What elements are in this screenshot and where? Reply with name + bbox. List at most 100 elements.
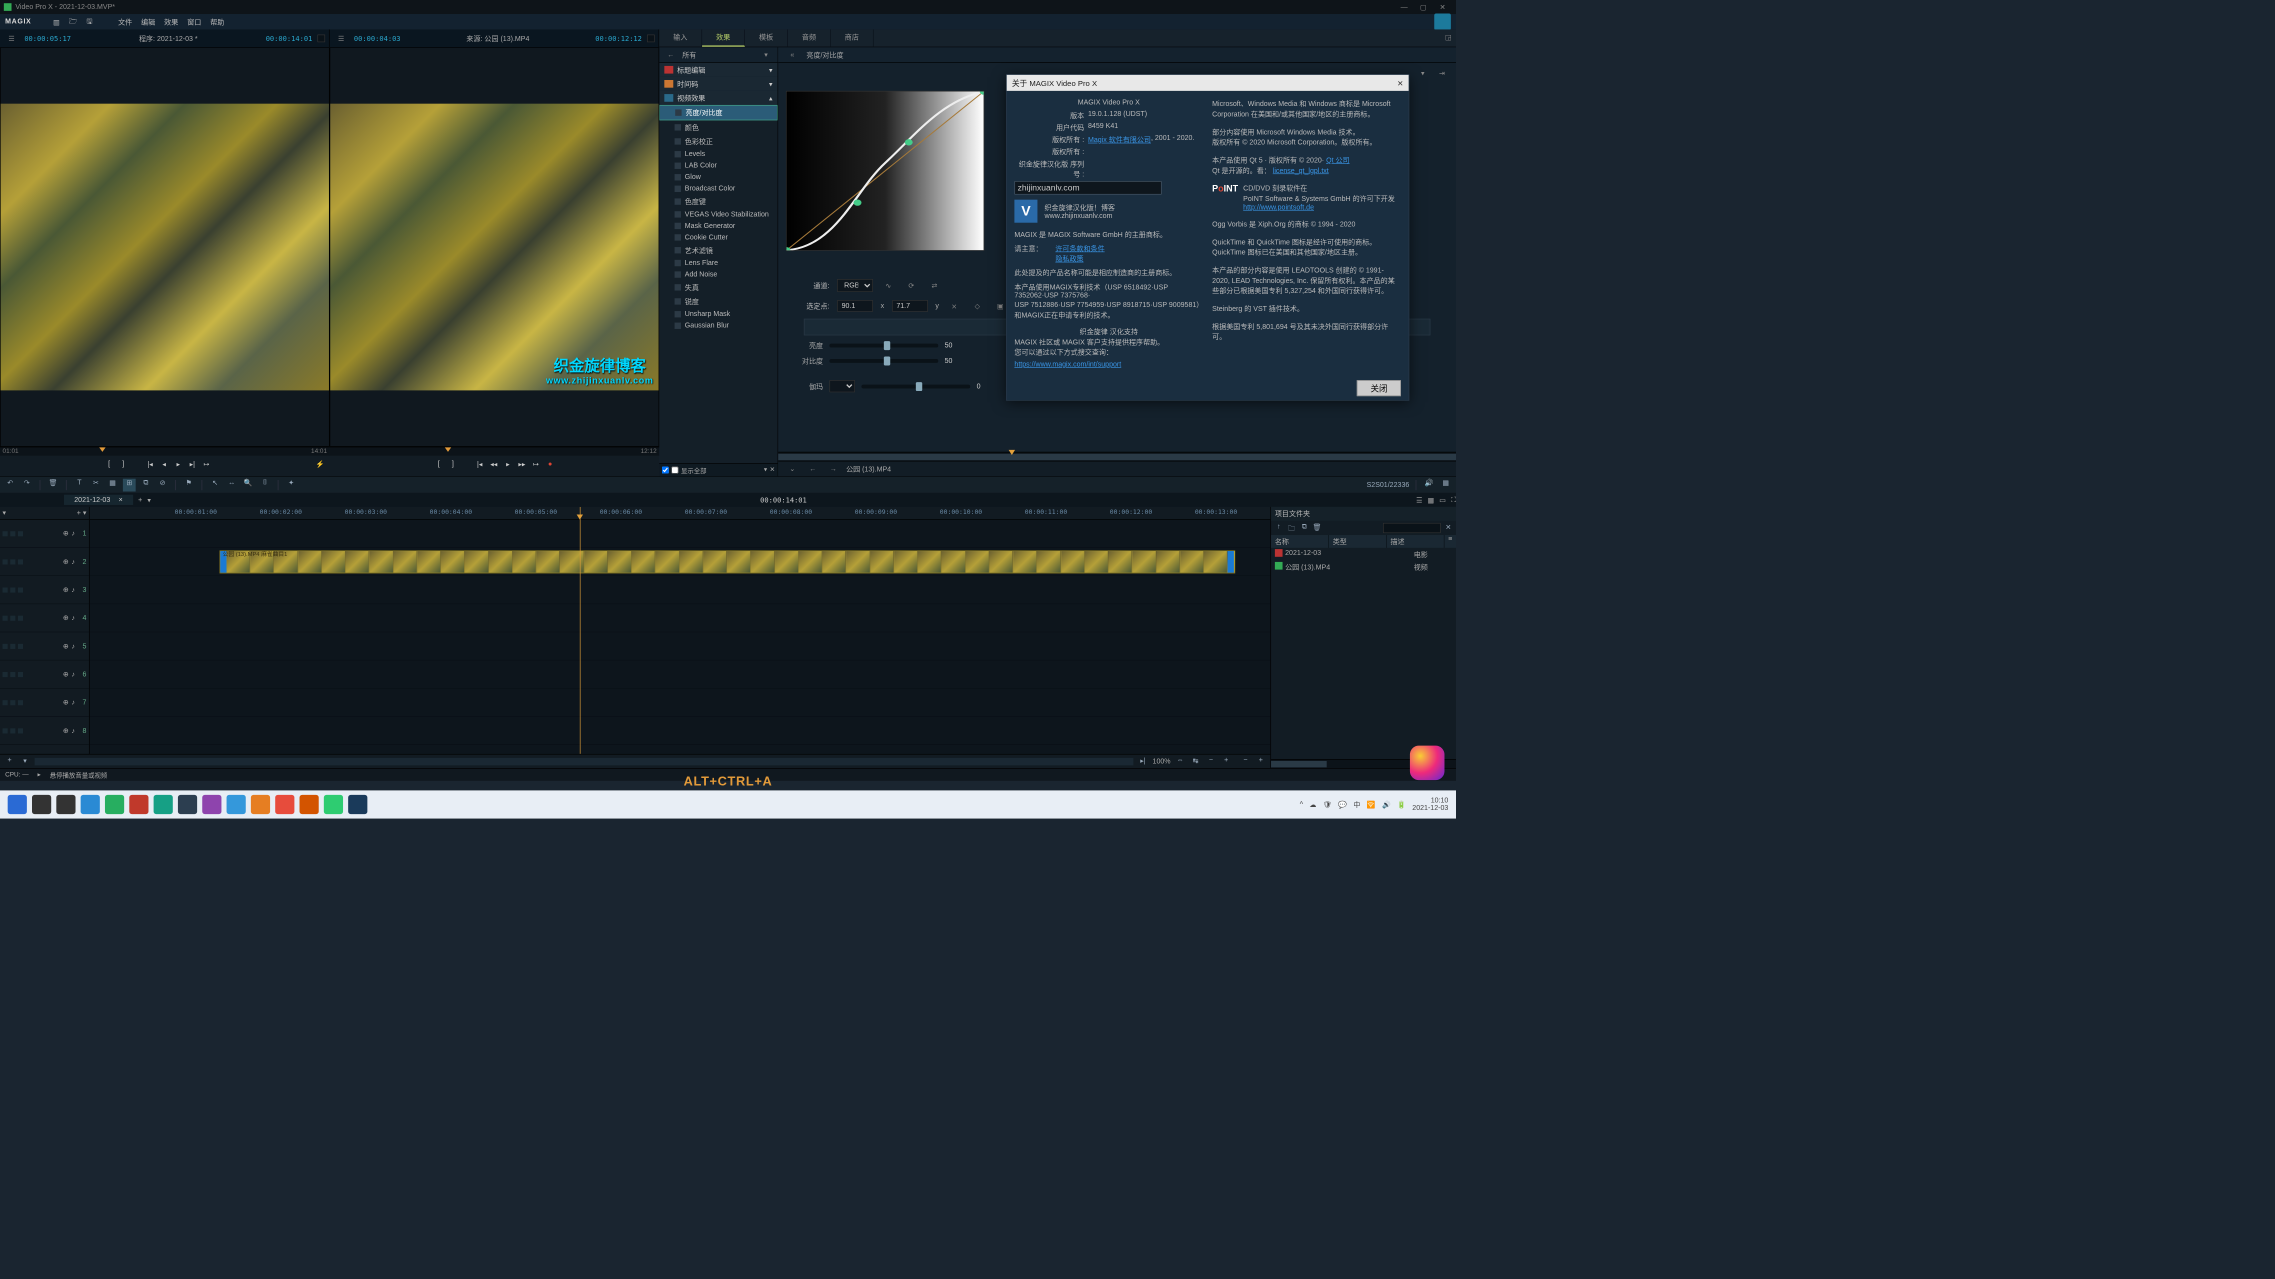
- lock-toggle[interactable]: [18, 615, 23, 620]
- window-close[interactable]: ✕: [1433, 3, 1452, 11]
- bc-fwd-icon[interactable]: →: [826, 461, 841, 476]
- vzoom-out-icon[interactable]: −: [1240, 756, 1252, 766]
- tab-import[interactable]: 输入: [659, 29, 702, 46]
- tab-store[interactable]: 商店: [831, 29, 874, 46]
- fx-group[interactable]: 时间码▾: [659, 77, 777, 91]
- goto-start-icon[interactable]: |◂: [474, 460, 486, 472]
- license-terms-link[interactable]: 许可条款和条件: [1055, 245, 1104, 253]
- track-row[interactable]: [90, 604, 1271, 632]
- serial-input[interactable]: [1014, 181, 1161, 194]
- qt-company-link[interactable]: Qt 公司: [1326, 157, 1349, 165]
- timeline-hscroll[interactable]: [35, 757, 1134, 765]
- mark-in-icon[interactable]: [: [103, 460, 115, 472]
- next-frame-icon[interactable]: ▸▸: [516, 460, 528, 472]
- fx-item[interactable]: 色彩校正: [659, 134, 777, 148]
- goto-end-icon[interactable]: ↦: [201, 460, 213, 472]
- source-monitor[interactable]: 织金旋律博客 www.zhijinxuanlv.com: [330, 47, 660, 446]
- mark-out-icon[interactable]: ]: [447, 460, 459, 472]
- taskbar-app[interactable]: [227, 795, 246, 814]
- fx-item[interactable]: 颜色: [659, 120, 777, 134]
- grid-icon[interactable]: ▦: [1439, 478, 1452, 491]
- program-monitor[interactable]: [0, 47, 330, 446]
- taskbar-app[interactable]: [129, 795, 148, 814]
- tab-effects[interactable]: 效果: [702, 29, 745, 46]
- menubar-new-icon[interactable]: ▥: [53, 18, 60, 26]
- fx-item[interactable]: Unsharp Mask: [659, 308, 777, 320]
- about-close-button[interactable]: 关闭: [1357, 380, 1401, 396]
- track-add-icon[interactable]: +: [4, 756, 16, 766]
- solo-toggle[interactable]: [10, 644, 15, 649]
- menu-edit[interactable]: 编辑: [141, 17, 155, 27]
- mp-del-icon[interactable]: 🗑: [1312, 523, 1322, 533]
- fx-dropdown-icon[interactable]: ▾: [758, 47, 773, 62]
- track-row[interactable]: [90, 689, 1271, 717]
- track-row[interactable]: [90, 576, 1271, 604]
- gamma-select[interactable]: [829, 380, 855, 392]
- taskbar-app[interactable]: [202, 795, 221, 814]
- lock-toggle[interactable]: [18, 644, 23, 649]
- track-vol-icon[interactable]: ♪: [71, 614, 75, 622]
- tray-chevron-icon[interactable]: ^: [1300, 801, 1303, 809]
- fx-item[interactable]: LAB Color: [659, 160, 777, 172]
- menubar-save-icon[interactable]: 🖫: [86, 16, 92, 28]
- tl-mode-button[interactable]: 1/2: [1384, 481, 1394, 489]
- snap-icon[interactable]: ⊞: [123, 478, 136, 491]
- track-row[interactable]: [90, 717, 1271, 745]
- track-row[interactable]: [90, 660, 1271, 688]
- lock-toggle[interactable]: [18, 587, 23, 592]
- mute-toggle[interactable]: [3, 672, 8, 677]
- bc-expand-icon[interactable]: ⌄: [785, 461, 800, 476]
- export-icon[interactable]: ⚡: [314, 460, 326, 472]
- view-max-icon[interactable]: ⛶: [1451, 496, 1456, 504]
- step-fwd-icon[interactable]: ▸|: [187, 460, 199, 472]
- fx-section-header[interactable]: 视频效果▴: [659, 91, 777, 105]
- stretch-tool-icon[interactable]: ↔: [225, 478, 238, 491]
- media-item[interactable]: 公园 (13).MP4视频: [1271, 561, 1456, 574]
- curve-tool2-icon[interactable]: ⟳: [904, 278, 919, 293]
- trackhdr-opts-icon[interactable]: ▾: [3, 509, 7, 517]
- compare-icon[interactable]: ⇥: [1434, 65, 1449, 80]
- program-popout-icon[interactable]: [317, 35, 325, 43]
- menu-help[interactable]: 帮助: [210, 17, 224, 27]
- marker-icon[interactable]: ⚑: [182, 478, 195, 491]
- point-y-input[interactable]: [892, 300, 928, 312]
- media-item[interactable]: 2021-12-03电影: [1271, 548, 1456, 561]
- track-row[interactable]: 公园 (13).MP4 麻雀曲目1: [90, 548, 1271, 576]
- lock-toggle[interactable]: [18, 559, 23, 564]
- fx-item[interactable]: Mask Generator: [659, 220, 777, 232]
- video-clip[interactable]: 公园 (13).MP4 麻雀曲目1: [219, 550, 1234, 573]
- zoom-tool-icon[interactable]: 🔍: [242, 478, 255, 491]
- zoom-in-icon[interactable]: +: [1220, 756, 1232, 766]
- zoom-fit-icon[interactable]: ⇔: [1174, 756, 1186, 766]
- curve-tool1-icon[interactable]: ∿: [881, 278, 896, 293]
- taskbar-app[interactable]: [251, 795, 270, 814]
- mp-link-icon[interactable]: ⧉: [1299, 523, 1309, 533]
- pointsoft-link[interactable]: http://www.pointsoft.de: [1243, 204, 1314, 212]
- taskbar-app[interactable]: [178, 795, 197, 814]
- tray-wifi-icon[interactable]: 🛜: [1367, 800, 1376, 808]
- group-icon[interactable]: ▦: [106, 478, 119, 491]
- track-opts-icon[interactable]: ▾: [19, 756, 31, 766]
- fx-item[interactable]: Add Noise: [659, 269, 777, 281]
- solo-toggle[interactable]: [10, 531, 15, 536]
- playhead[interactable]: [580, 507, 581, 754]
- fx-item[interactable]: Gaussian Blur: [659, 320, 777, 332]
- tray-volume-icon[interactable]: 🔊: [1382, 800, 1391, 808]
- magix-company-link[interactable]: Magix 软件有限公司: [1088, 134, 1151, 144]
- instagram-float-icon[interactable]: [1410, 746, 1445, 781]
- fx-enable-check2[interactable]: [671, 467, 678, 474]
- taskbar-app[interactable]: [154, 795, 173, 814]
- monitor-menu-icon[interactable]: ☰: [333, 31, 348, 46]
- support-link[interactable]: https://www.magix.com/int/support: [1014, 361, 1121, 369]
- track-header[interactable]: ⊕ ♪ 5: [0, 632, 89, 660]
- bc-back-icon[interactable]: ←: [805, 461, 820, 476]
- project-tab[interactable]: 2021-12-03 ×: [64, 495, 133, 505]
- view-grid-icon[interactable]: ▦: [1428, 496, 1435, 504]
- mark-out-icon[interactable]: ]: [117, 460, 129, 472]
- track-header[interactable]: ⊕ ♪ 6: [0, 660, 89, 688]
- fx-group[interactable]: 标题编辑▾: [659, 63, 777, 77]
- track-vol-icon[interactable]: ♪: [71, 586, 75, 594]
- record-icon[interactable]: ●: [544, 460, 556, 472]
- mute-toggle[interactable]: [3, 700, 8, 705]
- mute-toggle[interactable]: [3, 531, 8, 536]
